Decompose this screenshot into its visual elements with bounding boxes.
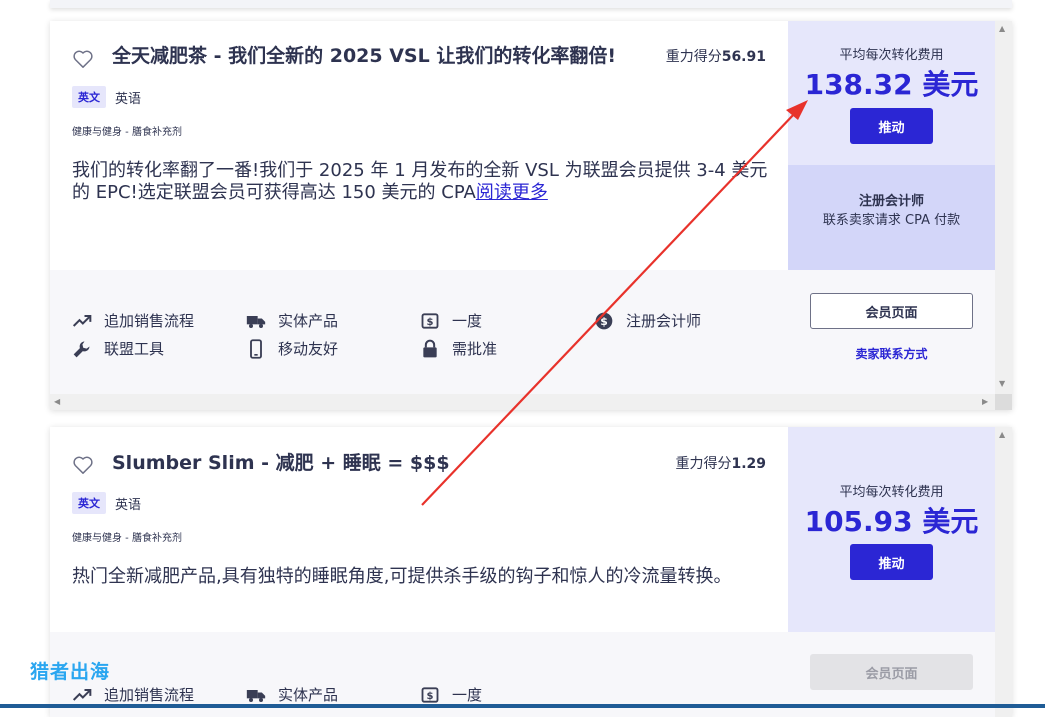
feature-label: 追加销售流程 xyxy=(104,686,195,704)
language-badge: 英文 xyxy=(72,86,106,108)
product-title[interactable]: 全天减肥茶 - 我们全新的 2025 VSL 让我们的转化率翻倍! xyxy=(112,41,616,68)
feature-label: 一度 xyxy=(452,312,483,330)
cpa-title: 注册会计师 xyxy=(858,194,924,209)
description-text: 我们的转化率翻了一番!我们于 2025 年 1 月发布的全新 VSL 为联盟会员… xyxy=(72,160,768,203)
scrollbar-corner xyxy=(995,394,1012,410)
feature-cpa: $ 注册会计师 xyxy=(594,310,701,331)
avg-conversion-label: 平均每次转化费用 xyxy=(839,48,944,63)
gravity-score: 重力得分1.29 xyxy=(675,453,766,473)
gravity-value: 1.29 xyxy=(731,456,766,472)
truck-icon xyxy=(246,689,266,702)
feature-label: 实体产品 xyxy=(278,312,339,330)
product-card: Slumber Slim - 减肥 + 睡眠 = $$$ 重力得分1.29 英文… xyxy=(50,427,1012,717)
scroll-down-arrow-icon[interactable]: ▼ xyxy=(999,380,1005,388)
scroll-up-arrow-icon[interactable]: ▲ xyxy=(999,431,1005,439)
language-name: 英语 xyxy=(115,91,142,107)
feature-label: 需批准 xyxy=(452,340,498,358)
previous-card-edge xyxy=(50,0,1012,8)
avg-conversion-panel: 平均每次转化费用 138.32 美元 推动 xyxy=(788,21,995,165)
svg-text:$: $ xyxy=(600,315,608,328)
dollar-bill-icon: $ xyxy=(421,686,439,703)
feature-label: 移动友好 xyxy=(278,340,339,358)
vertical-scrollbar[interactable]: ▲ ▼ xyxy=(995,21,1012,394)
avg-conversion-panel: 平均每次转化费用 105.93 美元 推动 xyxy=(788,427,995,632)
vertical-scrollbar[interactable]: ▲ xyxy=(995,427,1012,717)
trending-up-icon xyxy=(72,688,92,701)
gravity-value: 56.91 xyxy=(721,49,766,65)
product-description: 热门全新减肥产品,具有独特的睡眠角度,可提供杀手级的钩子和惊人的冷流量转换。 xyxy=(72,566,732,587)
cpa-panel: 注册会计师 联系卖家请求 CPA 付款 xyxy=(788,165,995,270)
feature-mobile: 移动友好 xyxy=(246,338,338,359)
feature-label: 联盟工具 xyxy=(104,340,165,358)
feature-physical: 实体产品 xyxy=(246,684,338,705)
product-info: 全天减肥茶 - 我们全新的 2025 VSL 让我们的转化率翻倍! 重力得分56… xyxy=(50,21,788,270)
feature-label: 注册会计师 xyxy=(626,312,702,330)
dollar-coin-icon: $ xyxy=(595,312,613,329)
product-info: Slumber Slim - 减肥 + 睡眠 = $$$ 重力得分1.29 英文… xyxy=(50,427,788,632)
feature-one-time: $ 一度 xyxy=(420,684,482,705)
product-title[interactable]: Slumber Slim - 减肥 + 睡眠 = $$$ xyxy=(112,448,450,475)
lock-icon xyxy=(423,339,437,357)
category-label: 健康与健身 - 膳食补充剂 xyxy=(72,533,182,544)
heart-icon[interactable] xyxy=(72,455,94,475)
trending-up-icon xyxy=(72,314,92,327)
feature-one-time: $ 一度 xyxy=(420,310,482,331)
scroll-left-arrow-icon[interactable]: ◀ xyxy=(54,398,60,406)
product-card: 全天减肥茶 - 我们全新的 2025 VSL 让我们的转化率翻倍! 重力得分56… xyxy=(50,21,1012,410)
promote-button[interactable]: 推动 xyxy=(850,544,933,580)
wrench-icon xyxy=(73,341,90,357)
avg-conversion-value: 105.93 美元 xyxy=(804,505,979,538)
affiliate-page-button[interactable]: 会员页面 xyxy=(810,654,973,690)
mobile-phone-icon xyxy=(250,338,262,359)
category-label: 健康与健身 - 膳食补充剂 xyxy=(72,127,182,138)
truck-icon xyxy=(246,315,266,328)
horizontal-scrollbar[interactable]: ◀ ▶ xyxy=(50,394,995,410)
gravity-label: 重力得分 xyxy=(665,49,722,65)
cpa-description: 联系卖家请求 CPA 付款 xyxy=(822,213,961,228)
read-more-link[interactable]: 阅读更多 xyxy=(476,182,548,203)
watermark-logo: 猎者出海 xyxy=(30,661,111,683)
feature-label: 实体产品 xyxy=(278,686,339,704)
language-badge: 英文 xyxy=(72,492,106,514)
seller-contact-link[interactable]: 卖家联系方式 xyxy=(788,345,995,362)
bottom-bar xyxy=(0,704,1045,708)
language-name: 英语 xyxy=(115,497,142,513)
svg-text:$: $ xyxy=(427,691,434,702)
feature-affiliate-tools: 联盟工具 xyxy=(72,338,164,359)
language-row: 英文 英语 xyxy=(72,86,141,108)
scroll-right-arrow-icon[interactable]: ▶ xyxy=(982,398,988,406)
feature-upsell: 追加销售流程 xyxy=(72,310,194,331)
avg-conversion-value: 138.32 美元 xyxy=(804,68,979,101)
affiliate-page-button[interactable]: 会员页面 xyxy=(810,293,973,329)
promote-button[interactable]: 推动 xyxy=(850,108,933,144)
feature-physical: 实体产品 xyxy=(246,310,338,331)
avg-conversion-label: 平均每次转化费用 xyxy=(839,485,944,500)
scroll-up-arrow-icon[interactable]: ▲ xyxy=(999,25,1005,33)
feature-approval: 需批准 xyxy=(420,338,497,359)
heart-icon[interactable] xyxy=(72,49,94,69)
product-description: 我们的转化率翻了一番!我们于 2025 年 1 月发布的全新 VSL 为联盟会员… xyxy=(72,160,772,204)
dollar-bill-icon: $ xyxy=(421,312,439,329)
language-row: 英文 英语 xyxy=(72,492,141,514)
feature-label: 追加销售流程 xyxy=(104,312,195,330)
card-actions: 会员页面 卖家联系方式 xyxy=(788,270,995,394)
svg-text:$: $ xyxy=(427,317,434,328)
gravity-label: 重力得分 xyxy=(675,456,732,472)
feature-upsell: 追加销售流程 xyxy=(72,684,194,705)
feature-label: 一度 xyxy=(452,686,483,704)
feature-list: 追加销售流程 实体产品 $ 一度 $ 注册会计师 联盟工具 移动友好 需批准 xyxy=(50,270,788,394)
gravity-score: 重力得分56.91 xyxy=(666,46,766,66)
